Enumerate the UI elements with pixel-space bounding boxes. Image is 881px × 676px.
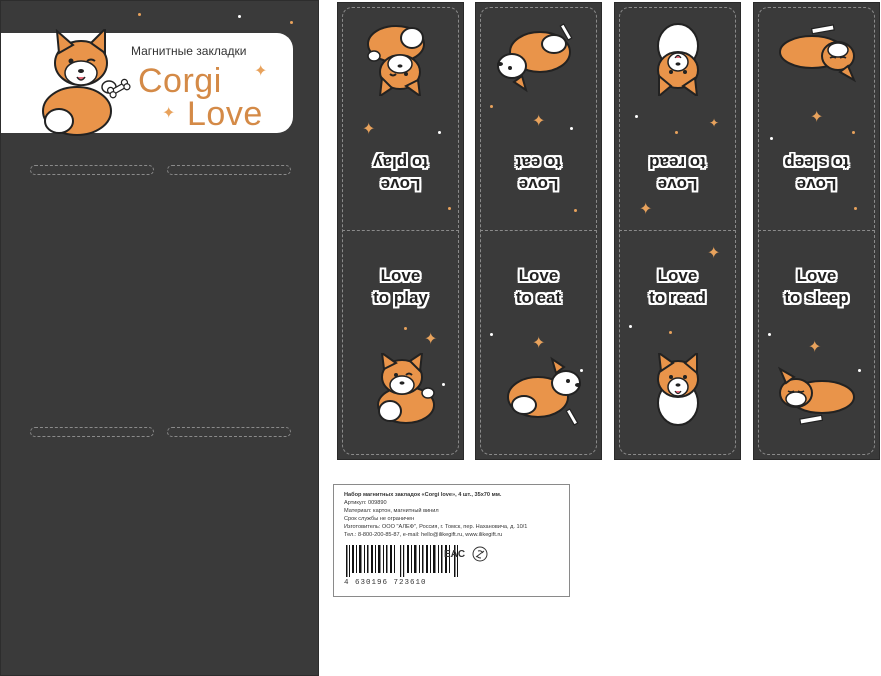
holder-subtitle: Магнитные закладки bbox=[131, 44, 247, 58]
dot-decoration bbox=[768, 333, 771, 336]
sparkle-icon: ✦ bbox=[532, 333, 546, 352]
dot-decoration bbox=[669, 331, 672, 334]
phrase-line1: Love bbox=[380, 266, 421, 285]
corgi-illustration-icon bbox=[497, 23, 573, 93]
dot-decoration bbox=[290, 21, 293, 24]
bookmark-phrase: Love to eat bbox=[476, 265, 601, 309]
phrase-line2: to eat bbox=[515, 288, 562, 307]
dot-decoration bbox=[15, 93, 18, 96]
sparkle-icon: ✦ bbox=[709, 116, 720, 130]
label-contacts: Тел.: 8-800-200-85-87, e-mail: hello@ili… bbox=[344, 532, 503, 538]
dot-decoration bbox=[574, 209, 577, 212]
dot-decoration bbox=[238, 15, 241, 18]
fold-line bbox=[342, 230, 459, 231]
label-shelf-life: Срок службы не ограничен bbox=[344, 516, 415, 522]
corgi-illustration-icon bbox=[367, 25, 425, 96]
dot-decoration bbox=[490, 105, 493, 108]
corgi-illustration-icon bbox=[42, 29, 131, 136]
sparkle-icon: ✦ bbox=[25, 55, 42, 79]
dot-decoration bbox=[629, 325, 632, 328]
bookmark-phrase: Love to read bbox=[615, 265, 740, 309]
product-label: Набор магнитных закладок «Corgi love», 4… bbox=[333, 484, 570, 597]
sparkle-icon: ✦ bbox=[254, 61, 268, 80]
label-material: Материал: картон, магнитный винил bbox=[344, 508, 439, 514]
sparkle-icon: ✦ bbox=[532, 111, 546, 130]
fold-line bbox=[480, 230, 597, 231]
fold-line bbox=[758, 230, 875, 231]
bookmark-love-to-sleep: ✦ Love to sleep Love to sleep ✦ bbox=[753, 2, 880, 460]
eac-mark-icon: EAC bbox=[444, 549, 466, 560]
phrase-line1: Love bbox=[380, 175, 421, 194]
dot-decoration bbox=[138, 13, 141, 16]
sparkle-icon: ✦ bbox=[424, 329, 438, 348]
corgi-illustration-icon bbox=[777, 366, 855, 425]
sparkle-icon: ✦ bbox=[707, 243, 721, 262]
recycle-icon bbox=[472, 546, 488, 562]
phrase-line2: to play bbox=[373, 153, 428, 172]
phrase-line2: to play bbox=[373, 288, 428, 307]
holder-slot bbox=[30, 165, 154, 175]
phrase-line1: Love bbox=[657, 266, 698, 285]
dot-decoration bbox=[490, 333, 493, 336]
phrase-line2: to read bbox=[649, 288, 706, 307]
holder-title-line2: Love bbox=[187, 95, 263, 133]
dot-decoration bbox=[448, 207, 451, 210]
bookmark-phrase-inverted: Love to read bbox=[615, 151, 740, 195]
bookmark-love-to-eat: ✦ Love to eat Love to eat ✦ bbox=[475, 2, 602, 460]
holder-slot bbox=[167, 165, 291, 175]
dot-decoration bbox=[570, 127, 573, 130]
phrase-line1: Love bbox=[796, 175, 837, 194]
bookmark-phrase-inverted: Love to play bbox=[338, 151, 463, 195]
holder-slot bbox=[167, 427, 291, 437]
dot-decoration bbox=[635, 115, 638, 118]
phrase-line2: to eat bbox=[515, 153, 562, 172]
holder-title-line1: Corgi bbox=[138, 62, 222, 100]
phrase-line2: to sleep bbox=[784, 288, 849, 307]
phrase-line2: to read bbox=[649, 153, 706, 172]
sparkle-icon: ✦ bbox=[162, 103, 176, 122]
dot-decoration bbox=[770, 137, 773, 140]
corgi-illustration-icon bbox=[657, 23, 699, 96]
sparkle-icon: ✦ bbox=[362, 119, 376, 138]
bookmark-phrase-inverted: Love to eat bbox=[476, 151, 601, 195]
phrase-line1: Love bbox=[518, 175, 559, 194]
bookmark-phrase-inverted: Love to sleep bbox=[754, 151, 879, 195]
bookmark-love-to-read: ✦ ✦ Love to read Love to read ✦ bbox=[614, 2, 741, 460]
corgi-illustration-icon bbox=[507, 356, 581, 426]
corgi-illustration-icon bbox=[779, 24, 857, 83]
barcode-digits: 4 630196 723610 bbox=[344, 579, 427, 587]
holder-slot bbox=[30, 427, 154, 437]
bookmark-phrase: Love to play bbox=[338, 265, 463, 309]
sparkle-icon: ✦ bbox=[639, 199, 653, 218]
bookmark-holder-card: Магнитные закладки Corgi Love ✦ ✦ ✦ bbox=[0, 0, 319, 676]
dot-decoration bbox=[404, 327, 407, 330]
bookmark-phrase: Love to sleep bbox=[754, 265, 879, 309]
dot-decoration bbox=[854, 207, 857, 210]
bookmark-love-to-play: ✦ Love to play Love to play ✦ bbox=[337, 2, 464, 460]
sparkle-icon: ✦ bbox=[810, 107, 824, 126]
label-product-name: Набор магнитных закладок «Corgi love», 4… bbox=[344, 492, 502, 498]
label-manufacturer: Изготовитель: ООО "АЛЕФ", Россия, г. Том… bbox=[344, 524, 528, 530]
phrase-line1: Love bbox=[518, 266, 559, 285]
dot-decoration bbox=[675, 131, 678, 134]
dot-decoration bbox=[438, 131, 441, 134]
phrase-line1: Love bbox=[657, 175, 698, 194]
phrase-line2: to sleep bbox=[784, 153, 849, 172]
corgi-illustration-icon bbox=[377, 353, 435, 424]
label-article: Артикул: 009890 bbox=[344, 500, 387, 506]
phrase-line1: Love bbox=[796, 266, 837, 285]
dot-decoration bbox=[852, 131, 855, 134]
corgi-illustration-icon bbox=[657, 353, 699, 426]
fold-line bbox=[619, 230, 736, 231]
